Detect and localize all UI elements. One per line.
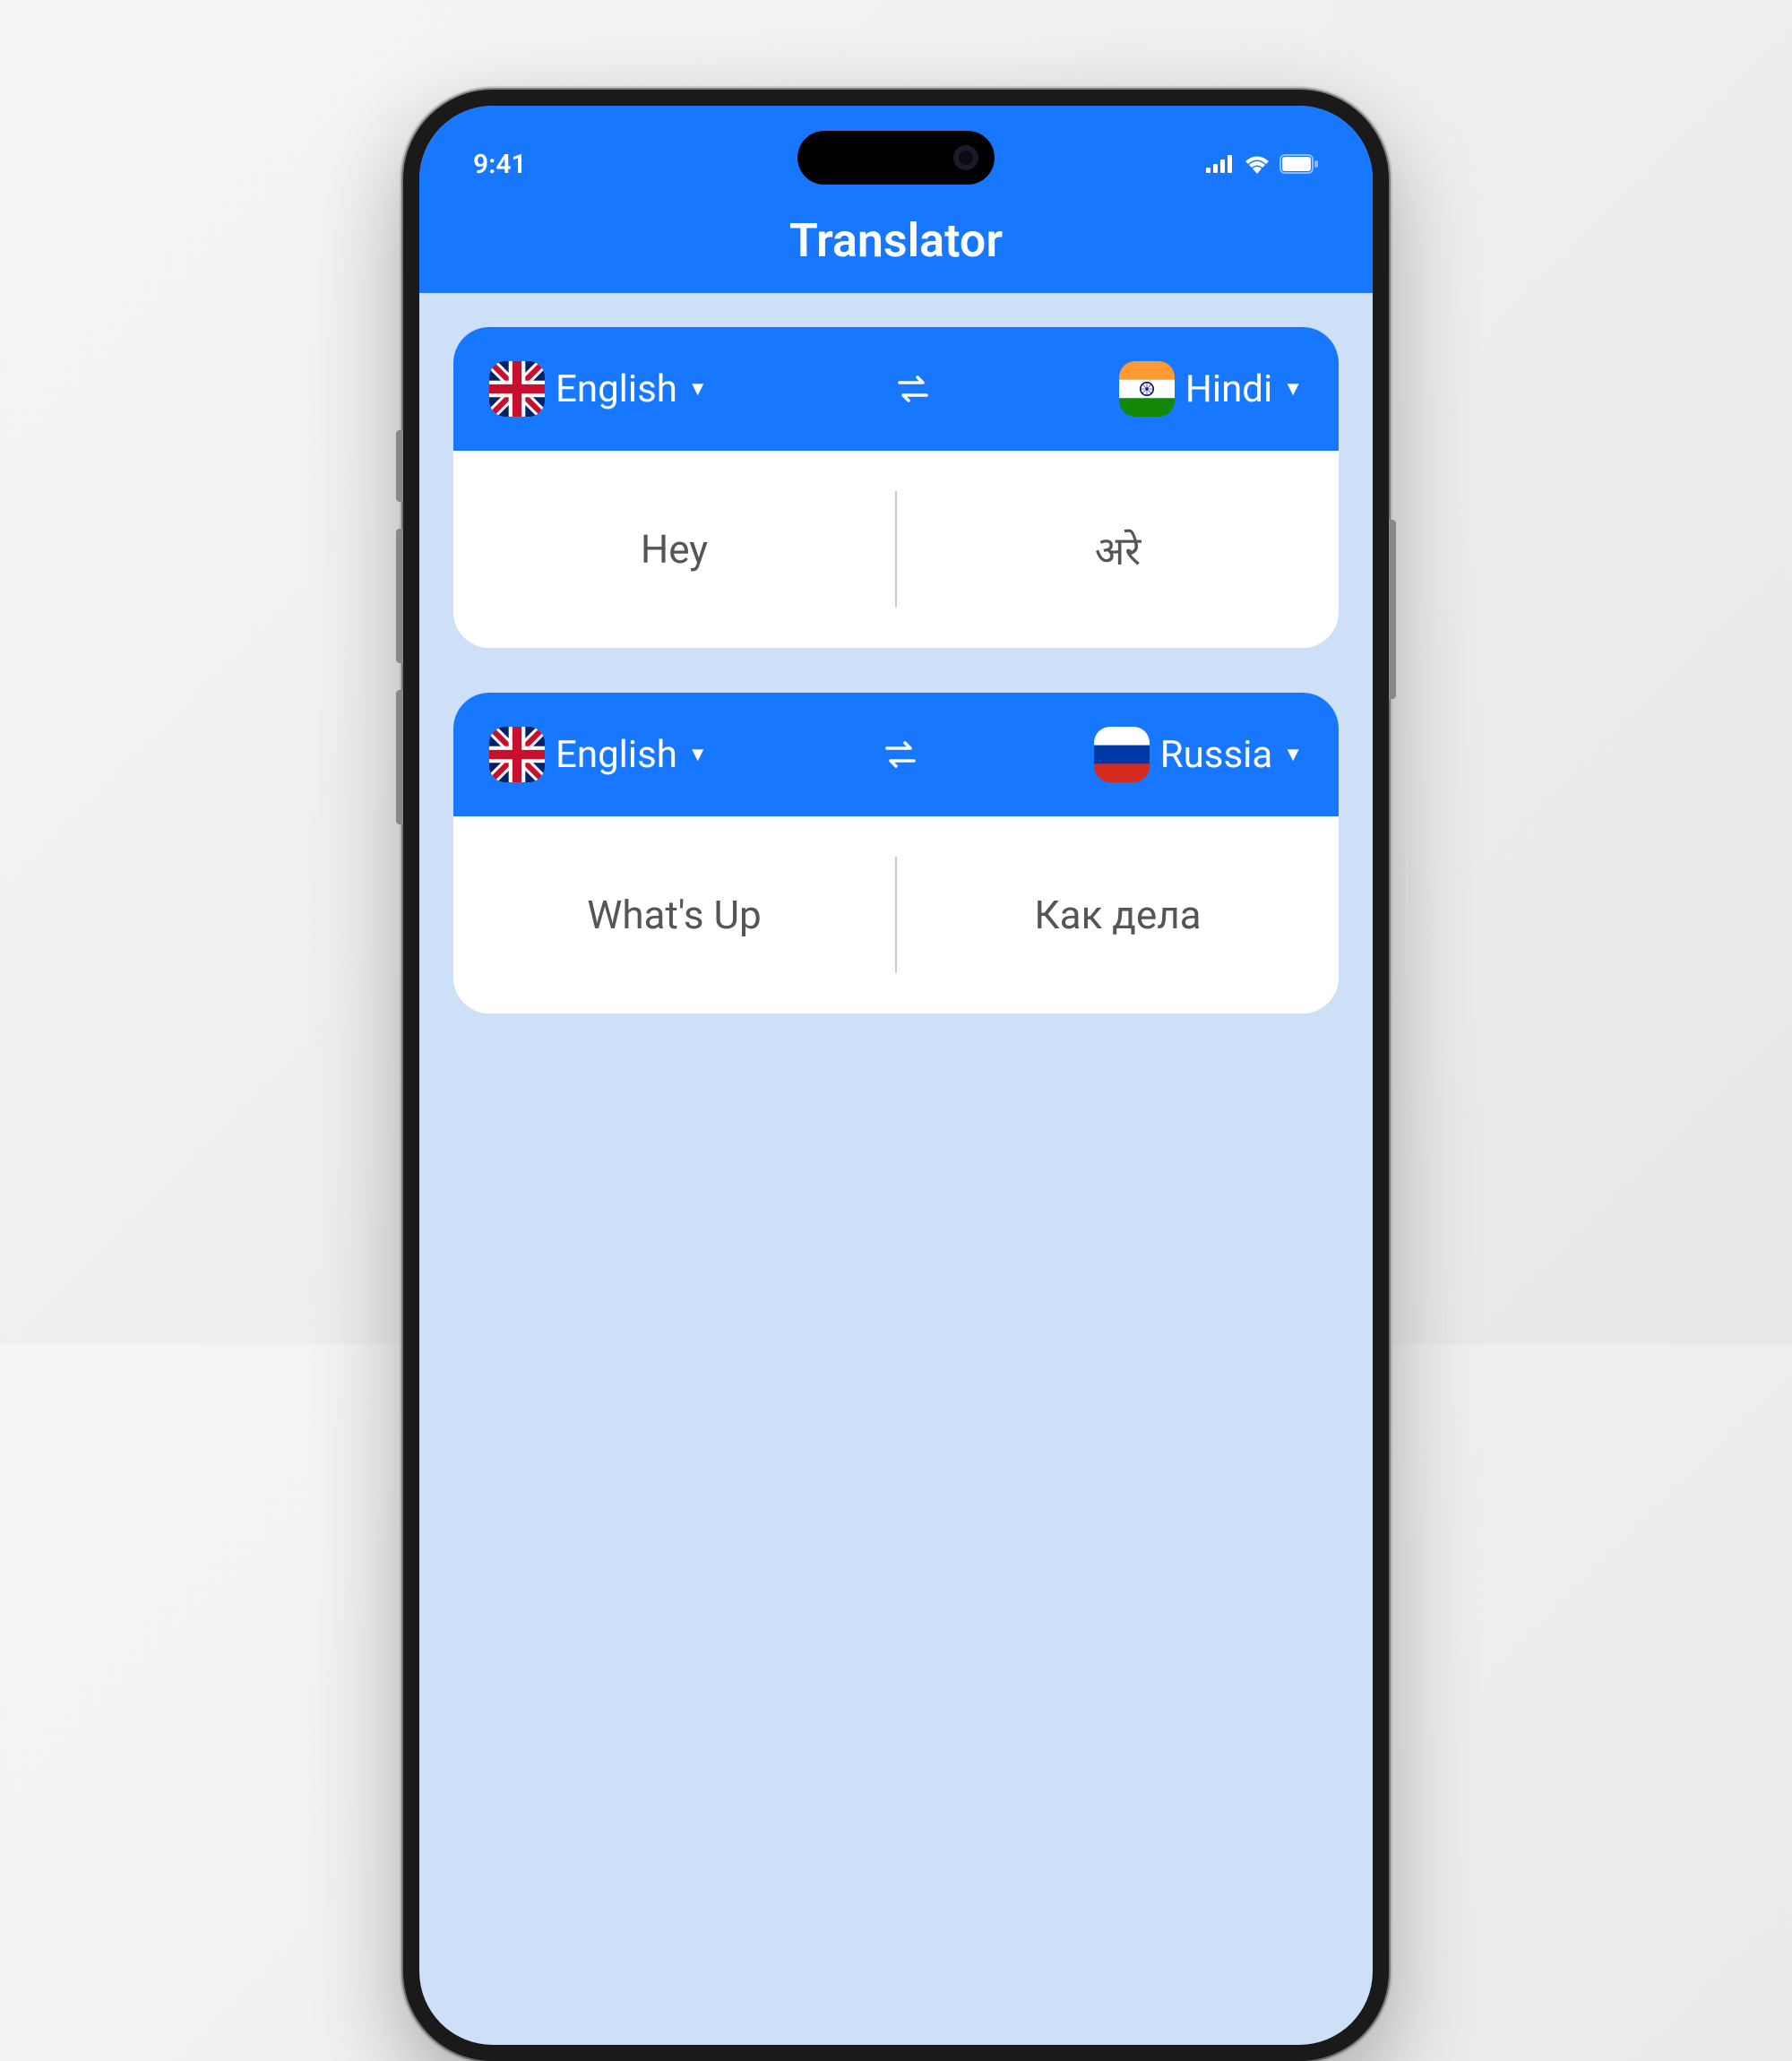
source-language-selector[interactable]: English ▼: [489, 727, 708, 782]
status-icons: [1206, 154, 1319, 174]
india-flag-icon: [1119, 361, 1175, 417]
translation-card: English ▼: [453, 693, 1339, 1013]
source-text[interactable]: What's Up: [453, 816, 895, 1013]
phone-side-buttons-left: [396, 430, 403, 851]
card-language-header: English ▼: [453, 327, 1339, 451]
source-language-selector[interactable]: English ▼: [489, 361, 708, 417]
swap-icon: [892, 368, 934, 410]
dynamic-island: [797, 131, 995, 185]
screen: 9:41: [419, 106, 1373, 2045]
uk-flag-icon: [489, 727, 545, 782]
chevron-down-icon: ▼: [688, 377, 708, 401]
chevron-down-icon: ▼: [1283, 743, 1303, 766]
chevron-down-icon: ▼: [1283, 377, 1303, 401]
target-language-label: Hindi: [1185, 367, 1272, 411]
content-area: English ▼: [419, 293, 1373, 1092]
app-title: Translator: [419, 213, 1373, 268]
translation-body: What's Up Как дела: [453, 816, 1339, 1013]
card-language-header: English ▼: [453, 693, 1339, 816]
phone-frame: 9:41: [403, 90, 1389, 2061]
russia-flag-icon: [1094, 727, 1150, 782]
swap-icon: [880, 734, 921, 775]
wifi-icon: [1244, 154, 1271, 174]
phone-volume-down: [396, 690, 403, 824]
status-time: 9:41: [473, 149, 527, 180]
target-language-selector[interactable]: Russia ▼: [1094, 727, 1303, 782]
phone-mute-switch: [396, 430, 403, 502]
phone-volume-up: [396, 529, 403, 663]
target-language-label: Russia: [1160, 733, 1272, 777]
source-language-label: English: [556, 367, 677, 411]
source-text[interactable]: Hey: [453, 451, 895, 648]
translation-card: English ▼: [453, 327, 1339, 648]
target-language-selector[interactable]: Hindi ▼: [1119, 361, 1303, 417]
translation-body: Hey अरे: [453, 451, 1339, 648]
battery-icon: [1279, 154, 1319, 174]
phone-side-buttons-right: [1389, 520, 1396, 699]
swap-languages-button[interactable]: [878, 732, 923, 777]
swap-languages-button[interactable]: [891, 366, 935, 411]
source-language-label: English: [556, 733, 677, 777]
front-camera: [953, 145, 978, 170]
target-text: अरे: [897, 451, 1339, 648]
chevron-down-icon: ▼: [688, 743, 708, 766]
phone-power-button: [1389, 520, 1396, 699]
cellular-signal-icon: [1206, 155, 1235, 173]
target-text: Как дела: [897, 816, 1339, 1013]
uk-flag-icon: [489, 361, 545, 417]
